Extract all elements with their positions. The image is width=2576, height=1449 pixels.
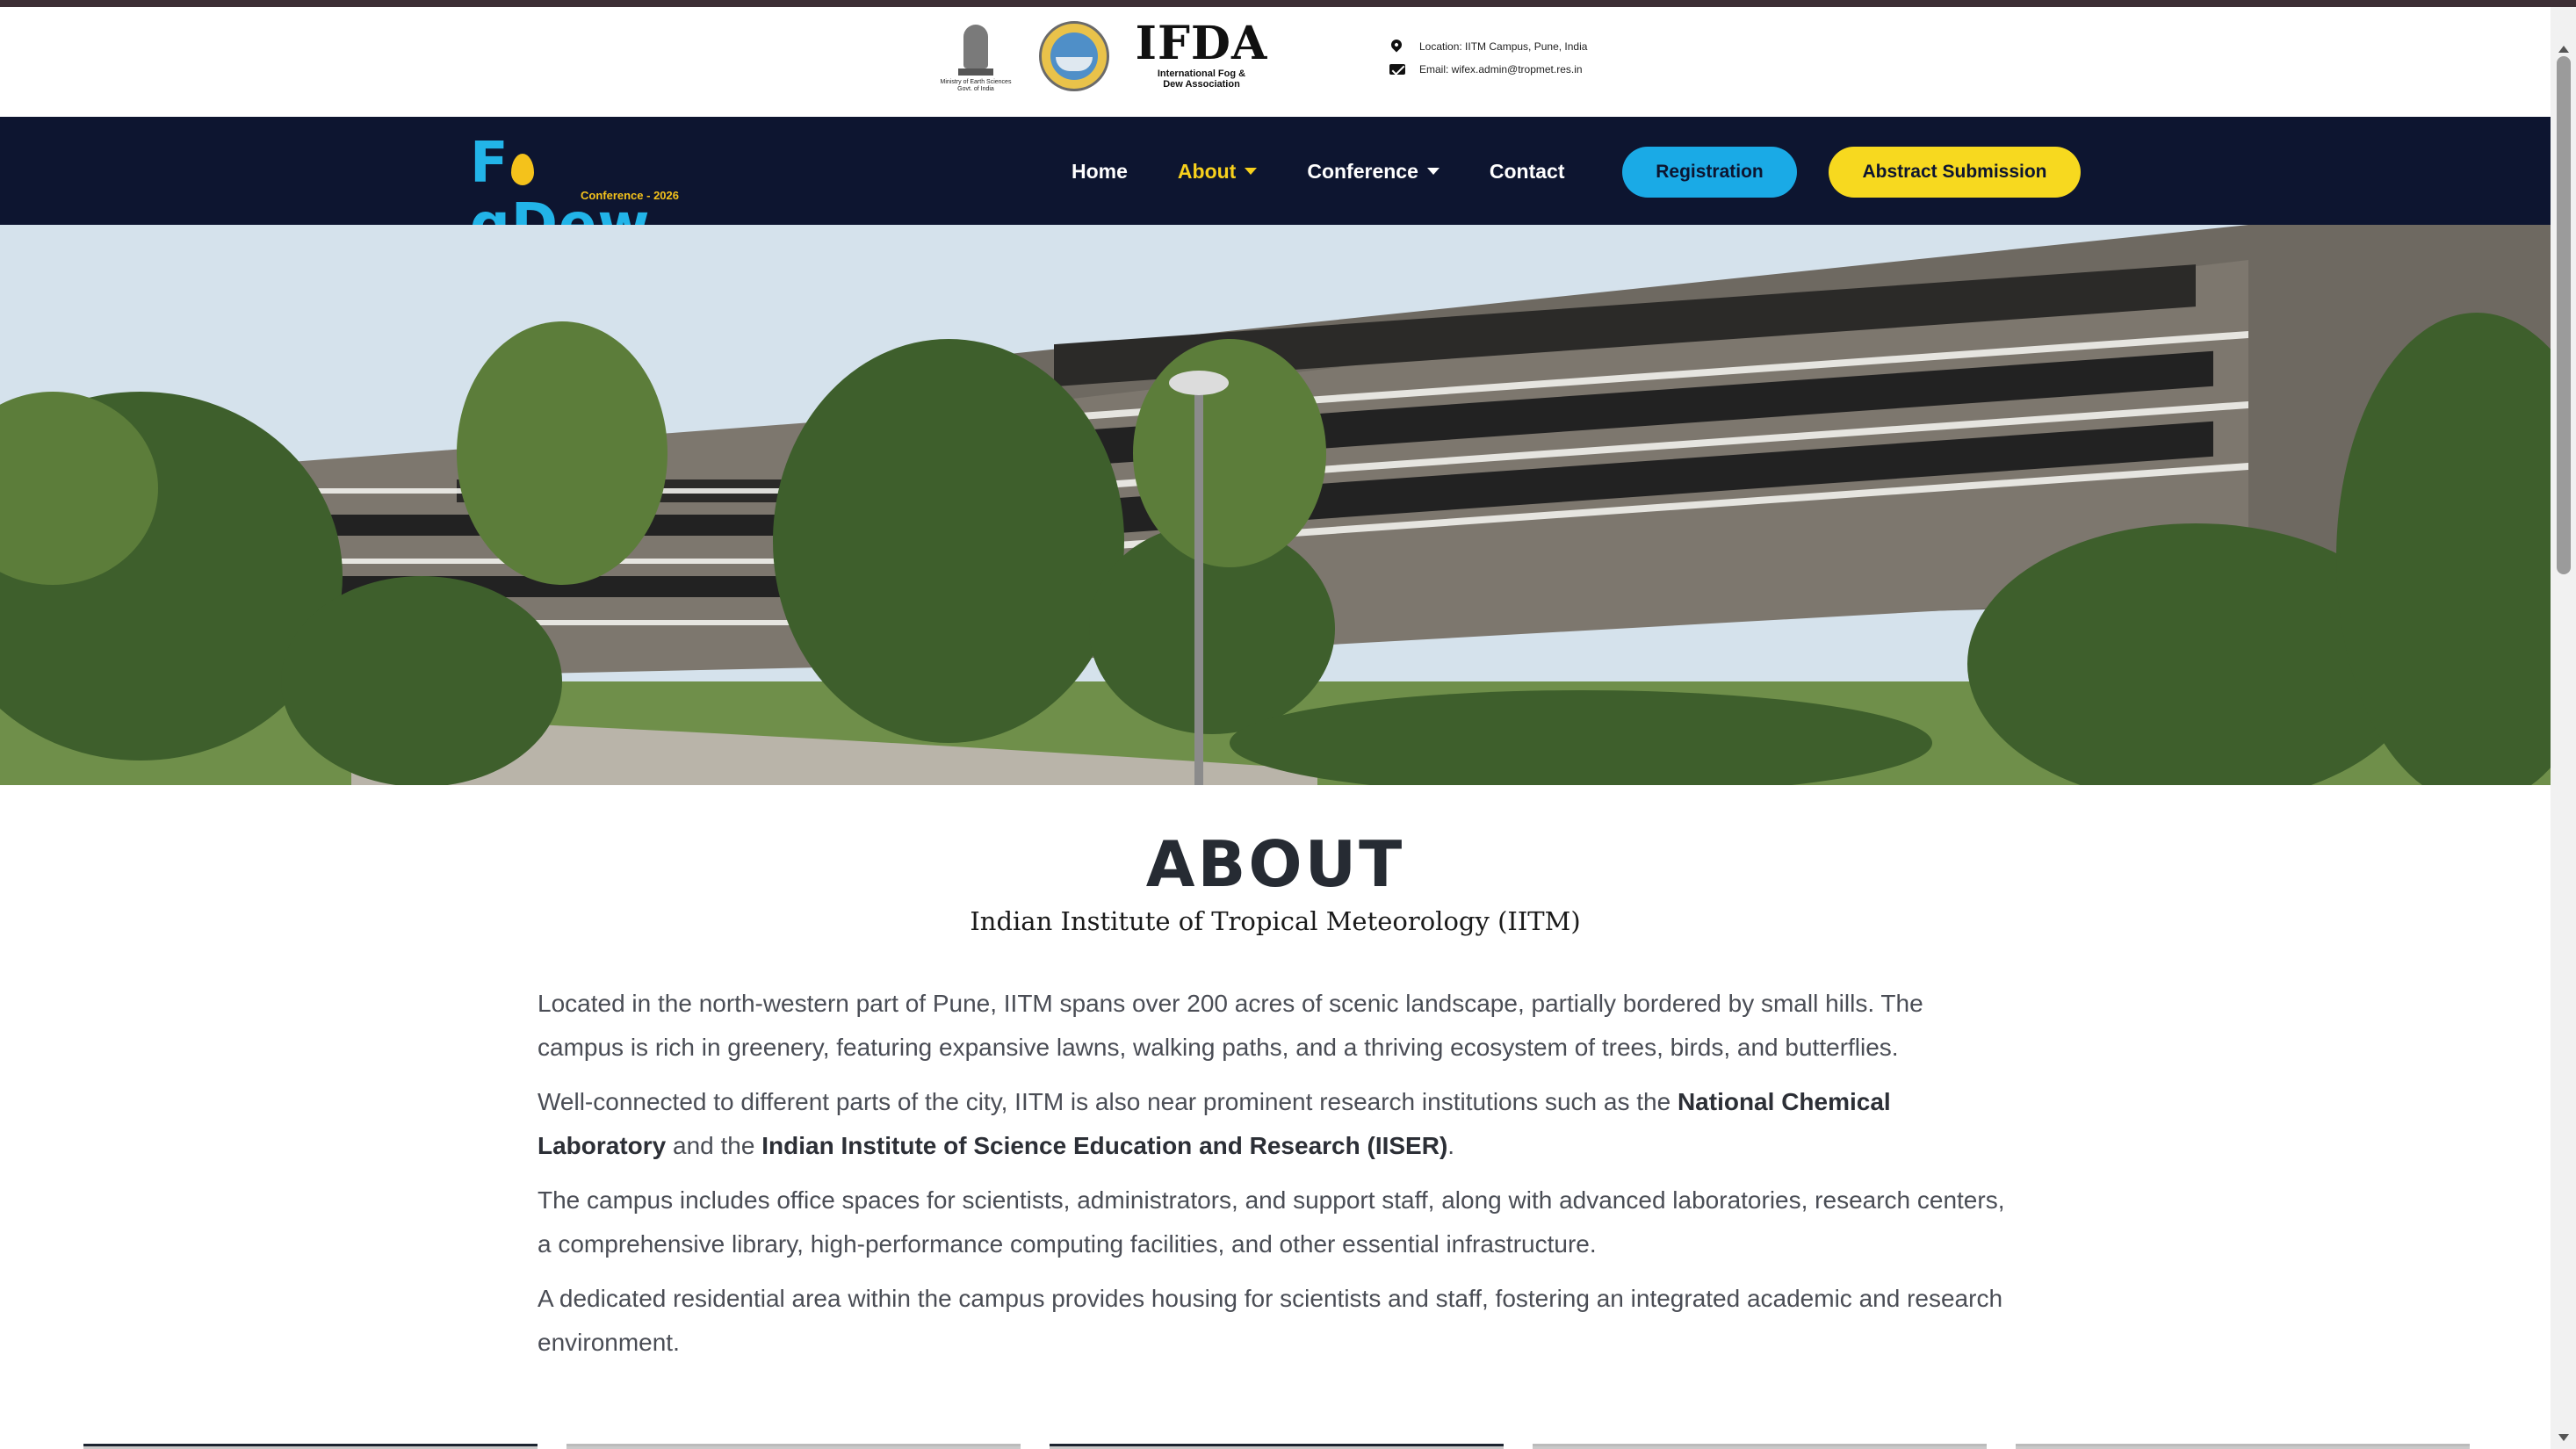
envelope-icon (1388, 61, 1407, 77)
p2-text-a: Well-connected to different parts of the… (538, 1088, 1678, 1115)
ministry-emblem-logo: Ministry of Earth Sciences Govt. of Indi… (937, 21, 1014, 102)
fogdew-logo[interactable]: FgDew Conference - 2026 (470, 131, 698, 256)
image-cards-row (0, 1440, 2551, 1449)
email-text[interactable]: Email: wifex.admin@tropmet.res.in (1419, 63, 1583, 76)
about-paragraph-4: A dedicated residential area within the … (538, 1285, 2003, 1356)
vertical-scrollbar[interactable] (2551, 7, 2576, 1449)
chevron-down-icon (1245, 168, 1258, 175)
scroll-down-arrow-icon[interactable] (2558, 1434, 2569, 1441)
about-heading: ABOUT (1145, 827, 1405, 901)
nav-conference[interactable]: Conference (1307, 154, 1440, 189)
image-card[interactable] (566, 1444, 1021, 1449)
about-content: Located in the north-western part of Pun… (538, 982, 2013, 1375)
ifda-title: IFDA (1135, 17, 1268, 70)
header-top-bar: Ministry of Earth Sciences Govt. of Indi… (0, 7, 2551, 117)
ifda-logo[interactable]: IFDA International Fog & Dew Association (1131, 19, 1272, 90)
registration-button[interactable]: Registration (1622, 147, 1797, 198)
hero-campus-image (0, 225, 2551, 785)
about-subheading: Indian Institute of Tropical Meteorology… (970, 906, 1581, 936)
image-card[interactable] (2016, 1444, 2470, 1449)
abstract-submission-button[interactable]: Abstract Submission (1829, 147, 2081, 198)
image-card[interactable] (1533, 1444, 1987, 1449)
nav-about-label: About (1177, 159, 1237, 183)
logo-subtitle: Conference - 2026 (581, 189, 679, 202)
ifda-seal-logo (1039, 21, 1109, 91)
nav-contact[interactable]: Contact (1490, 154, 1565, 189)
emblem-caption: Ministry of Earth Sciences Govt. of Indi… (940, 79, 1012, 92)
nav-about[interactable]: About (1177, 154, 1258, 189)
nav-home[interactable]: Home (1072, 154, 1128, 189)
about-paragraph-3: The campus includes office spaces for sc… (538, 1186, 2005, 1258)
p2-text-d: . (1447, 1132, 1455, 1159)
image-card[interactable] (83, 1444, 538, 1449)
logo-f: F (470, 131, 509, 196)
window-top-border (0, 0, 2576, 7)
location-line: Location: IITM Campus, Pune, India (1388, 35, 1587, 58)
location-text: Location: IITM Campus, Pune, India (1419, 40, 1588, 53)
droplet-icon (510, 154, 534, 185)
scroll-up-arrow-icon[interactable] (2558, 46, 2569, 53)
campus-building-illustration (0, 225, 2551, 785)
p2-bold-iiser: Indian Institute of Science Education an… (761, 1132, 1448, 1159)
about-paragraph-2: Well-connected to different parts of the… (538, 1080, 2013, 1168)
header-contact-info: Location: IITM Campus, Pune, India Email… (1388, 35, 1587, 81)
image-card[interactable] (1050, 1444, 1504, 1449)
location-pin-icon (1388, 37, 1407, 54)
nav-conference-label: Conference (1307, 159, 1418, 183)
about-paragraph-1: Located in the north-western part of Pun… (538, 990, 1923, 1061)
main-navbar: FgDew Conference - 2026 Home About Confe… (0, 117, 2551, 256)
email-line[interactable]: Email: wifex.admin@tropmet.res.in (1388, 58, 1587, 81)
ifda-subtitle: International Fog & Dew Association (1157, 68, 1246, 90)
nav-contact-label: Contact (1489, 159, 1565, 183)
nav-links: Home About Conference Contact (1072, 154, 1615, 189)
p2-text-c: and the (666, 1132, 762, 1159)
nav-home-label: Home (1072, 159, 1128, 183)
chevron-down-icon (1426, 168, 1440, 175)
scrollbar-thumb[interactable] (2557, 56, 2571, 574)
